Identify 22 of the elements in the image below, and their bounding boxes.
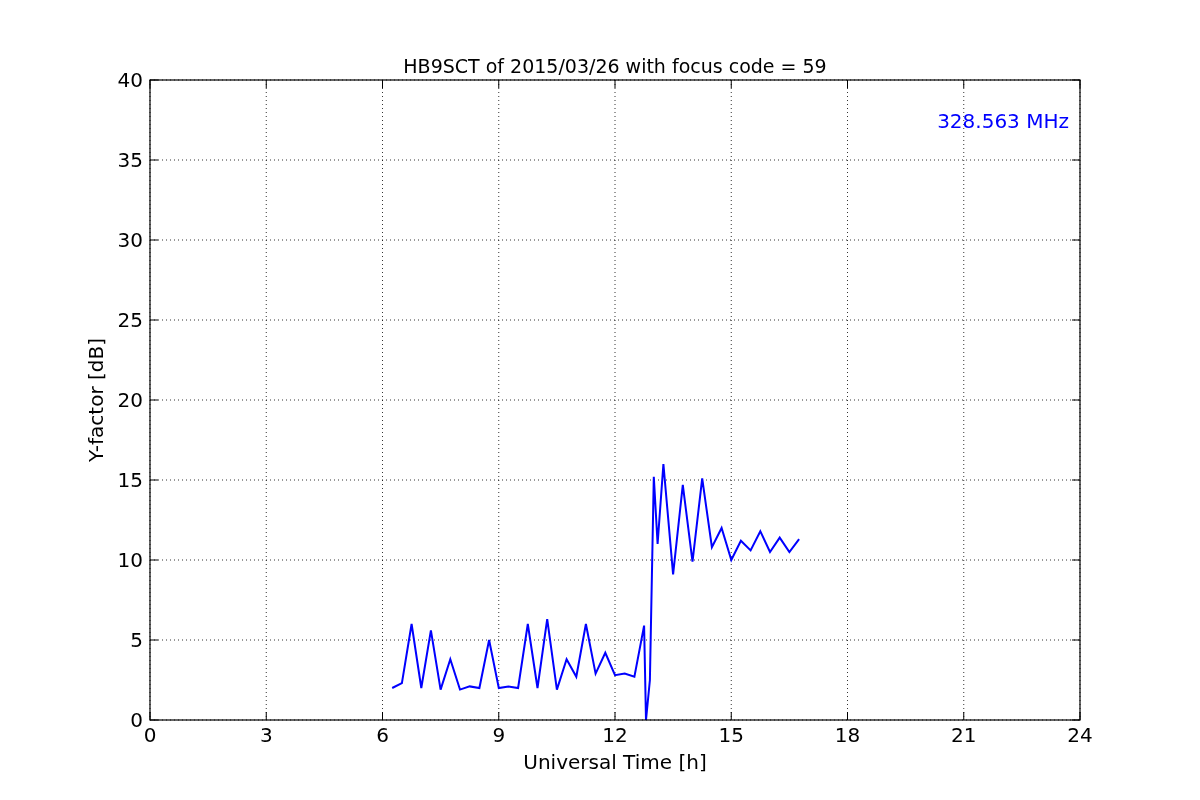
y-tick-label: 25 xyxy=(117,308,143,332)
chart-title: HB9SCT of 2015/03/26 with focus code = 59 xyxy=(403,55,827,77)
y-tick-label: 10 xyxy=(117,548,143,572)
x-tick-label: 6 xyxy=(376,723,389,747)
x-tick-label: 12 xyxy=(602,723,628,747)
y-tick-label: 0 xyxy=(130,708,143,732)
x-tick-label: 21 xyxy=(951,723,977,747)
y-axis-label: Y-factor [dB] xyxy=(84,338,108,462)
x-tick-label: 24 xyxy=(1067,723,1093,747)
x-tick-label: 9 xyxy=(492,723,506,747)
x-tick-label: 18 xyxy=(834,723,861,747)
frequency-annotation: 328.563 MHz xyxy=(937,109,1069,133)
x-tick-label: 15 xyxy=(718,723,744,747)
y-tick-label: 15 xyxy=(117,468,143,492)
y-tick-label: 30 xyxy=(117,228,143,252)
y-tick-label: 5 xyxy=(130,628,143,652)
x-axis-label: Universal Time [h] xyxy=(523,750,707,774)
y-tick-label: 35 xyxy=(117,148,143,172)
x-tick-label: 0 xyxy=(143,723,157,747)
x-tick-label: 3 xyxy=(259,723,273,747)
y-tick-label: 20 xyxy=(117,388,143,412)
y-tick-label: 40 xyxy=(117,68,143,92)
